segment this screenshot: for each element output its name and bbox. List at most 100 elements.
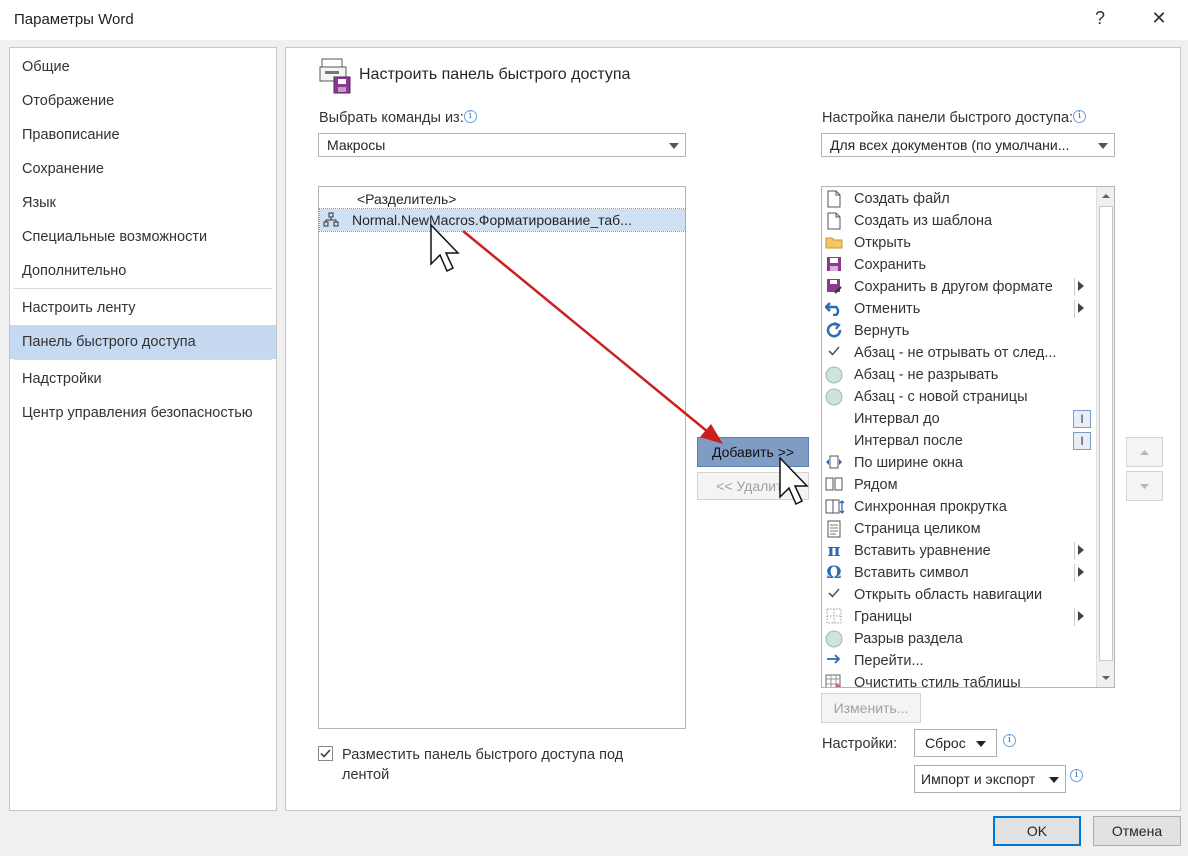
info-icon: i	[1070, 769, 1083, 782]
quick-access-item[interactable]: Перейти...	[822, 650, 1097, 672]
sidebar-item-advanced[interactable]: Дополнительно	[10, 254, 276, 288]
spacing-spinner-icon[interactable]: I	[1073, 410, 1091, 428]
quick-access-item[interactable]: Разрыв раздела	[822, 628, 1097, 650]
chevron-down-icon	[669, 143, 679, 149]
ok-button[interactable]: OK	[993, 816, 1081, 846]
submenu-divider	[1074, 300, 1075, 318]
quick-access-item[interactable]: Создать из шаблона	[822, 210, 1097, 232]
quick-access-item[interactable]: Рядом	[822, 474, 1097, 496]
scroll-down-icon[interactable]	[1097, 669, 1114, 687]
sidebar-item-language[interactable]: Язык	[10, 186, 276, 220]
save-icon	[825, 256, 843, 274]
quick-access-item[interactable]: Страница целиком	[822, 518, 1097, 540]
list-item-selected[interactable]: Normal.NewMacros.Форматирование_таб...	[319, 208, 686, 232]
submenu-arrow-icon[interactable]	[1078, 303, 1084, 313]
reset-dropdown-button[interactable]: Сброс	[914, 729, 997, 757]
submenu-divider	[1074, 608, 1075, 626]
quick-access-item[interactable]: Очистить стиль таблицы	[822, 672, 1097, 688]
quick-access-item[interactable]: Абзац - не разрывать	[822, 364, 1097, 386]
quick-access-item-label: Сохранить в другом формате	[854, 279, 1053, 295]
move-down-button[interactable]	[1126, 471, 1163, 501]
customize-qat-label: Настройка панели быстрого доступа: i	[822, 110, 1087, 126]
new-file-icon	[825, 190, 843, 208]
info-icon: i	[1003, 734, 1016, 747]
side-by-side-icon	[825, 476, 843, 494]
submenu-arrow-icon[interactable]	[1078, 545, 1084, 555]
info-icon: i	[1073, 110, 1087, 123]
quick-access-item-label: Интервал до	[854, 411, 940, 427]
quick-access-item[interactable]: Интервал после I	[822, 430, 1097, 452]
choose-commands-dropdown[interactable]: Макросы	[318, 133, 686, 157]
list-item[interactable]: <Разделитель>	[320, 188, 685, 210]
quick-access-item[interactable]: Вернуть	[822, 320, 1097, 342]
quick-access-item-label: Границы	[854, 609, 912, 625]
quick-access-item-label: Страница целиком	[854, 521, 981, 537]
quick-access-item-label: Перейти...	[854, 653, 924, 669]
borders-icon	[825, 608, 843, 626]
scroll-thumb[interactable]	[1099, 206, 1113, 661]
quick-access-item[interactable]: Абзац - не отрывать от след...	[822, 342, 1097, 364]
sidebar-item-addins[interactable]: Надстройки	[10, 362, 276, 396]
choose-commands-text: Выбрать команды из:	[319, 110, 464, 126]
title-bar: Параметры Word ? ✕	[0, 0, 1188, 40]
circle-icon	[825, 630, 843, 648]
quick-access-item[interactable]: π Вставить уравнение	[822, 540, 1097, 562]
circle-icon	[825, 366, 843, 384]
quick-access-item-label: Рядом	[854, 477, 898, 493]
sidebar-item-proofing[interactable]: Правописание	[10, 118, 276, 152]
pi-icon: π	[827, 540, 841, 561]
sidebar-item-accessibility[interactable]: Специальные возможности	[10, 220, 276, 254]
quick-access-item[interactable]: Открыть область навигации	[822, 584, 1097, 606]
show-below-ribbon-checkbox[interactable]	[318, 746, 333, 761]
quick-access-item[interactable]: Интервал до I	[822, 408, 1097, 430]
vertical-scrollbar[interactable]	[1096, 187, 1114, 687]
quick-access-item[interactable]: Границы	[822, 606, 1097, 628]
customize-qat-value: Для всех документов (по умолчани...	[830, 137, 1070, 153]
save-as-icon	[825, 278, 843, 296]
quick-access-item-label: Очистить стиль таблицы	[854, 675, 1021, 688]
scroll-up-icon[interactable]	[1097, 187, 1114, 205]
quick-access-item[interactable]: Сохранить	[822, 254, 1097, 276]
one-page-icon	[825, 520, 843, 538]
arrow-up-icon	[1140, 450, 1149, 455]
help-button[interactable]: ?	[1085, 8, 1115, 32]
cancel-button[interactable]: Отмена	[1093, 816, 1181, 846]
quick-access-item-label: Вставить уравнение	[854, 543, 991, 559]
close-button[interactable]: ✕	[1144, 8, 1174, 32]
sidebar-item-quick-access-toolbar[interactable]: Панель быстрого доступа	[10, 325, 276, 359]
omega-icon: Ω	[826, 563, 842, 583]
modify-button[interactable]: Изменить...	[821, 693, 921, 723]
import-export-label: Импорт и экспорт	[921, 771, 1036, 787]
quick-access-toolbar-icon	[319, 57, 353, 95]
quick-access-item[interactable]: Абзац - с новой страницы	[822, 386, 1097, 408]
arrow-down-icon	[1140, 484, 1149, 489]
sidebar-item-display[interactable]: Отображение	[10, 84, 276, 118]
quick-access-item[interactable]: Ω Вставить символ	[822, 562, 1097, 584]
quick-access-item[interactable]: Синхронная прокрутка	[822, 496, 1097, 518]
move-up-button[interactable]	[1126, 437, 1163, 467]
import-export-button[interactable]: Импорт и экспорт	[914, 765, 1066, 793]
quick-access-item[interactable]: Сохранить в другом формате	[822, 276, 1097, 298]
check-icon	[320, 749, 331, 758]
chevron-down-icon	[1049, 777, 1059, 783]
quick-access-item[interactable]: Создать файл	[822, 188, 1097, 210]
submenu-arrow-icon[interactable]	[1078, 567, 1084, 577]
sidebar-item-general[interactable]: Общие	[10, 50, 276, 84]
sidebar-item-trust-center[interactable]: Центр управления безопасностью	[10, 396, 276, 430]
folder-icon	[825, 234, 843, 252]
commands-list[interactable]: <Разделитель> Normal.NewMacros.Форматиро…	[318, 186, 686, 729]
submenu-arrow-icon[interactable]	[1078, 281, 1084, 291]
quick-access-item[interactable]: Открыть	[822, 232, 1097, 254]
quick-access-item-label: Вставить символ	[854, 565, 969, 581]
quick-access-items-list[interactable]: Создать файл Создать из шаблона Открыть Сох…	[821, 186, 1115, 688]
customize-qat-dropdown[interactable]: Для всех документов (по умолчани...	[821, 133, 1115, 157]
submenu-divider	[1074, 542, 1075, 560]
sidebar-item-save[interactable]: Сохранение	[10, 152, 276, 186]
sidebar-item-customize-ribbon[interactable]: Настроить ленту	[10, 291, 276, 325]
quick-access-item-label: Абзац - не разрывать	[854, 367, 999, 383]
quick-access-item[interactable]: По ширине окна	[822, 452, 1097, 474]
quick-access-item[interactable]: Отменить	[822, 298, 1097, 320]
spacing-spinner-icon[interactable]: I	[1073, 432, 1091, 450]
submenu-arrow-icon[interactable]	[1078, 611, 1084, 621]
show-below-ribbon-label[interactable]: Разместить панель быстрого доступа под л…	[342, 745, 623, 785]
